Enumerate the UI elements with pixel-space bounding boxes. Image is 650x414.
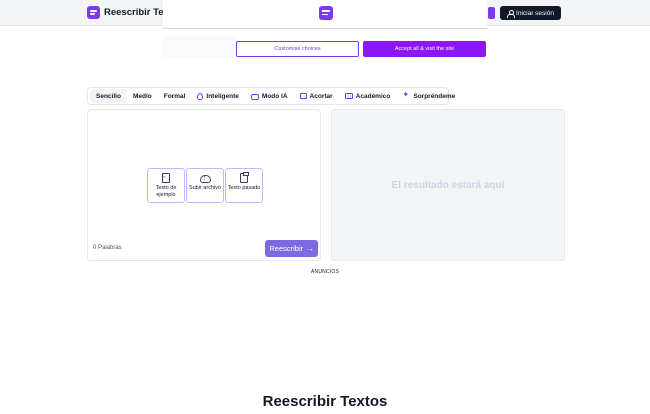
document-import-icon <box>160 173 171 183</box>
customise-choices-button[interactable]: Customise choices <box>236 41 359 57</box>
mode-tabs: Sencillo Medio Formal Inteligente Modo I… <box>87 87 455 105</box>
tab-medio[interactable]: Medio <box>127 89 158 103</box>
ads-label: ANUNCIOS <box>311 269 339 275</box>
header-menu-button[interactable] <box>488 7 495 19</box>
clipboard-icon <box>239 172 249 183</box>
shorten-icon <box>299 93 307 99</box>
tab-label: Medio <box>132 92 152 100</box>
robot-icon <box>250 94 259 100</box>
tab-formal[interactable]: Formal <box>158 89 192 103</box>
sample-text-label: Texto de ejemplo <box>155 185 177 198</box>
consent-strip <box>163 36 235 58</box>
login-label: Iniciar sesión <box>516 9 554 17</box>
rewrite-button[interactable]: Reescribir → <box>265 240 318 257</box>
login-button[interactable]: Iniciar sesión <box>500 6 561 20</box>
tab-sorprendeme[interactable]: Sorpréndeme <box>396 89 461 103</box>
input-text-area[interactable]: Texto de ejemplo Subir archivo Texto pas… <box>87 109 321 261</box>
tab-label: Acortar <box>309 92 333 100</box>
cloud-upload-icon <box>200 173 211 183</box>
consent-logo-icon <box>319 6 333 20</box>
output-placeholder: El resultado estará aquí <box>391 179 505 191</box>
academic-icon <box>344 93 353 99</box>
accept-all-button[interactable]: Accept all & visit the site <box>363 41 486 57</box>
paste-text-label: Texto pasado <box>227 185 261 191</box>
tab-acortar[interactable]: Acortar <box>294 89 339 103</box>
user-icon <box>507 9 516 18</box>
chat-logo-icon[interactable] <box>87 6 100 19</box>
tab-label: Formal <box>163 92 186 100</box>
tab-sencillo[interactable]: Sencillo <box>90 89 127 103</box>
word-count: 0 Palabras <box>93 245 122 251</box>
rewrite-label: Reescribir <box>269 244 304 253</box>
cookie-consent-dialog: Customise choices Accept all & visit the… <box>163 0 487 60</box>
tab-modo-ia[interactable]: Modo IA <box>245 89 294 103</box>
arrow-right-icon: → <box>306 244 314 253</box>
sparkle-icon <box>402 90 410 100</box>
tab-label: Modo IA <box>261 92 288 100</box>
paste-text-button[interactable]: Texto pasado <box>225 168 263 203</box>
consent-divider <box>163 28 487 29</box>
section-title: Reescribir Textos <box>262 393 388 410</box>
lightbulb-icon <box>197 92 204 100</box>
tab-label: Inteligente <box>206 92 239 100</box>
page: Reescribir Textos Iniciar sesión Customi… <box>0 0 650 414</box>
sample-text-button[interactable]: Texto de ejemplo <box>147 168 185 203</box>
tab-label: Sencillo <box>96 92 121 100</box>
tab-inteligente[interactable]: Inteligente <box>191 89 245 103</box>
output-panel: El resultado estará aquí <box>331 109 565 261</box>
tab-academico[interactable]: Académico <box>339 89 397 103</box>
tab-label: Académico <box>355 92 391 100</box>
upload-file-label: Subir archivo <box>188 185 222 191</box>
tab-label: Sorpréndeme <box>413 92 456 100</box>
upload-file-button[interactable]: Subir archivo <box>186 168 224 203</box>
